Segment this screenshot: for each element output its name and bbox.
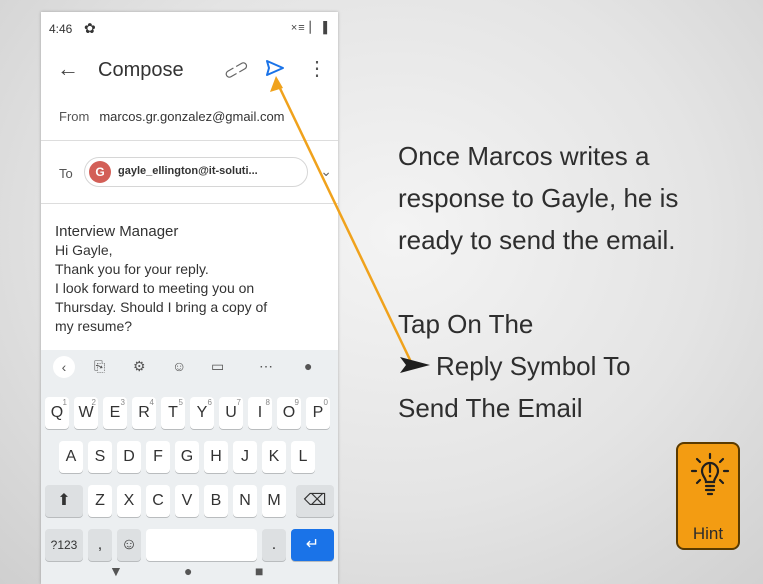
key-a[interactable]: A xyxy=(59,441,83,473)
collapse-toolbar-icon[interactable]: ‹ xyxy=(53,356,75,378)
status-icons: ×≡ ▏▐ xyxy=(290,22,328,34)
compose-toolbar: ← Compose ⊂⊃ ⋮ xyxy=(41,50,338,90)
enter-key-icon[interactable]: ↵ xyxy=(291,529,334,561)
instruction-line: Once Marcos writes a xyxy=(398,141,650,171)
nav-home-icon[interactable]: ● xyxy=(184,563,192,579)
send-arrow-icon xyxy=(398,345,436,387)
status-time: 4:46 xyxy=(49,22,73,36)
clipboard-icon[interactable]: ⎘ xyxy=(94,358,105,375)
microphone-icon[interactable]: ● xyxy=(304,358,312,374)
key-y[interactable]: 6Y xyxy=(190,397,214,429)
body-line: Hi Gayle, xyxy=(55,242,113,258)
emoji-key-icon[interactable]: ☺ xyxy=(117,529,141,561)
system-nav-bar: ▼ ● ■ xyxy=(41,559,338,584)
phone-screen: 4:46 ✿ ×≡ ▏▐ ← Compose ⊂⊃ ⋮ From marcos.g… xyxy=(41,12,338,584)
key-q[interactable]: 1Q xyxy=(45,397,69,429)
to-label: To xyxy=(59,166,73,181)
from-label: From xyxy=(59,109,90,124)
instruction-line: response to Gayle, he is xyxy=(398,183,679,213)
key-i[interactable]: 8I xyxy=(248,397,272,429)
key-v[interactable]: V xyxy=(175,485,199,517)
key-s[interactable]: S xyxy=(88,441,112,473)
reply-text: Reply Symbol To xyxy=(436,351,631,381)
divider xyxy=(41,140,338,141)
body-line: Thursday. Should I bring a copy of xyxy=(55,299,268,315)
email-body[interactable]: Interview Manager Hi Gayle, Thank you fo… xyxy=(55,222,267,336)
screenshot-icon[interactable]: ▭ xyxy=(211,358,224,375)
key-j[interactable]: J xyxy=(233,441,257,473)
to-field[interactable]: To G gayle_ellington@it-soluti... ⌄ xyxy=(59,156,332,192)
hint-button[interactable]: Hint xyxy=(676,442,740,550)
more-options-icon[interactable]: ⋮ xyxy=(307,56,327,81)
backspace-key-icon[interactable]: ⌫ xyxy=(296,485,334,517)
key-l[interactable]: L xyxy=(291,441,315,473)
send-icon[interactable] xyxy=(265,59,285,77)
key-p[interactable]: 0P xyxy=(306,397,330,429)
nav-recents-icon[interactable]: ■ xyxy=(255,563,263,579)
compose-title: Compose xyxy=(98,59,184,81)
shift-key-icon[interactable]: ⬆ xyxy=(45,485,83,517)
recipient-chip[interactable]: G gayle_ellington@it-soluti... xyxy=(84,157,308,187)
body-line: Thank you for your reply. xyxy=(55,261,209,277)
symbols-key[interactable]: ?123 xyxy=(45,529,83,561)
keyboard-toolbar: ‹ ⎘ ⚙ ☺ ▭ ⋯ ● xyxy=(41,350,338,388)
comma-key[interactable]: , xyxy=(88,529,112,561)
settings-icon[interactable]: ⚙ xyxy=(133,358,146,375)
key-e[interactable]: 3E xyxy=(103,397,127,429)
instruction-text: Once Marcos writes a response to Gayle, … xyxy=(398,135,678,429)
divider xyxy=(41,203,338,204)
recipient-email: gayle_ellington@it-soluti... xyxy=(118,165,258,177)
period-key[interactable]: . xyxy=(262,529,286,561)
key-r[interactable]: 4R xyxy=(132,397,156,429)
on-screen-keyboard: ‹ ⎘ ⚙ ☺ ▭ ⋯ ● 1Q 2W 3E 4R 5T 6Y 7U 8I 9O… xyxy=(41,350,338,584)
attachment-icon[interactable]: ⊂⊃ xyxy=(220,55,253,86)
settings-gear-icon: ✿ xyxy=(84,20,96,36)
lightbulb-icon xyxy=(690,452,730,496)
key-t[interactable]: 5T xyxy=(161,397,185,429)
key-g[interactable]: G xyxy=(175,441,199,473)
key-c[interactable]: C xyxy=(146,485,170,517)
from-field[interactable]: From marcos.gr.gonzalez@gmail.com xyxy=(59,109,285,124)
nav-back-icon[interactable]: ▼ xyxy=(109,563,123,579)
key-w[interactable]: 2W xyxy=(74,397,98,429)
from-address: marcos.gr.gonzalez@gmail.com xyxy=(99,109,285,124)
more-tools-icon[interactable]: ⋯ xyxy=(259,358,273,375)
theme-icon[interactable]: ☺ xyxy=(172,358,186,374)
key-h[interactable]: H xyxy=(204,441,228,473)
key-k[interactable]: K xyxy=(262,441,286,473)
body-line: my resume? xyxy=(55,318,133,334)
key-d[interactable]: D xyxy=(117,441,141,473)
key-u[interactable]: 7U xyxy=(219,397,243,429)
instruction-line: ready to send the email. xyxy=(398,225,676,255)
send-line: Send The Email xyxy=(398,393,583,423)
hint-label: Hint xyxy=(692,524,724,543)
key-f[interactable]: F xyxy=(146,441,170,473)
reply-line: Reply Symbol To xyxy=(398,345,678,387)
key-z[interactable]: Z xyxy=(88,485,112,517)
space-bar[interactable] xyxy=(146,529,257,561)
key-o[interactable]: 9O xyxy=(277,397,301,429)
key-x[interactable]: X xyxy=(117,485,141,517)
key-m[interactable]: M xyxy=(262,485,286,517)
status-bar: 4:46 ✿ ×≡ ▏▐ xyxy=(41,12,338,46)
email-subject[interactable]: Interview Manager xyxy=(55,222,267,241)
tap-line: Tap On The xyxy=(398,309,534,339)
recipient-avatar: G xyxy=(89,161,111,183)
key-b[interactable]: B xyxy=(204,485,228,517)
chevron-down-icon[interactable]: ⌄ xyxy=(320,163,332,180)
back-arrow-icon[interactable]: ← xyxy=(57,56,79,82)
key-n[interactable]: N xyxy=(233,485,257,517)
body-line: I look forward to meeting you on xyxy=(55,280,255,296)
